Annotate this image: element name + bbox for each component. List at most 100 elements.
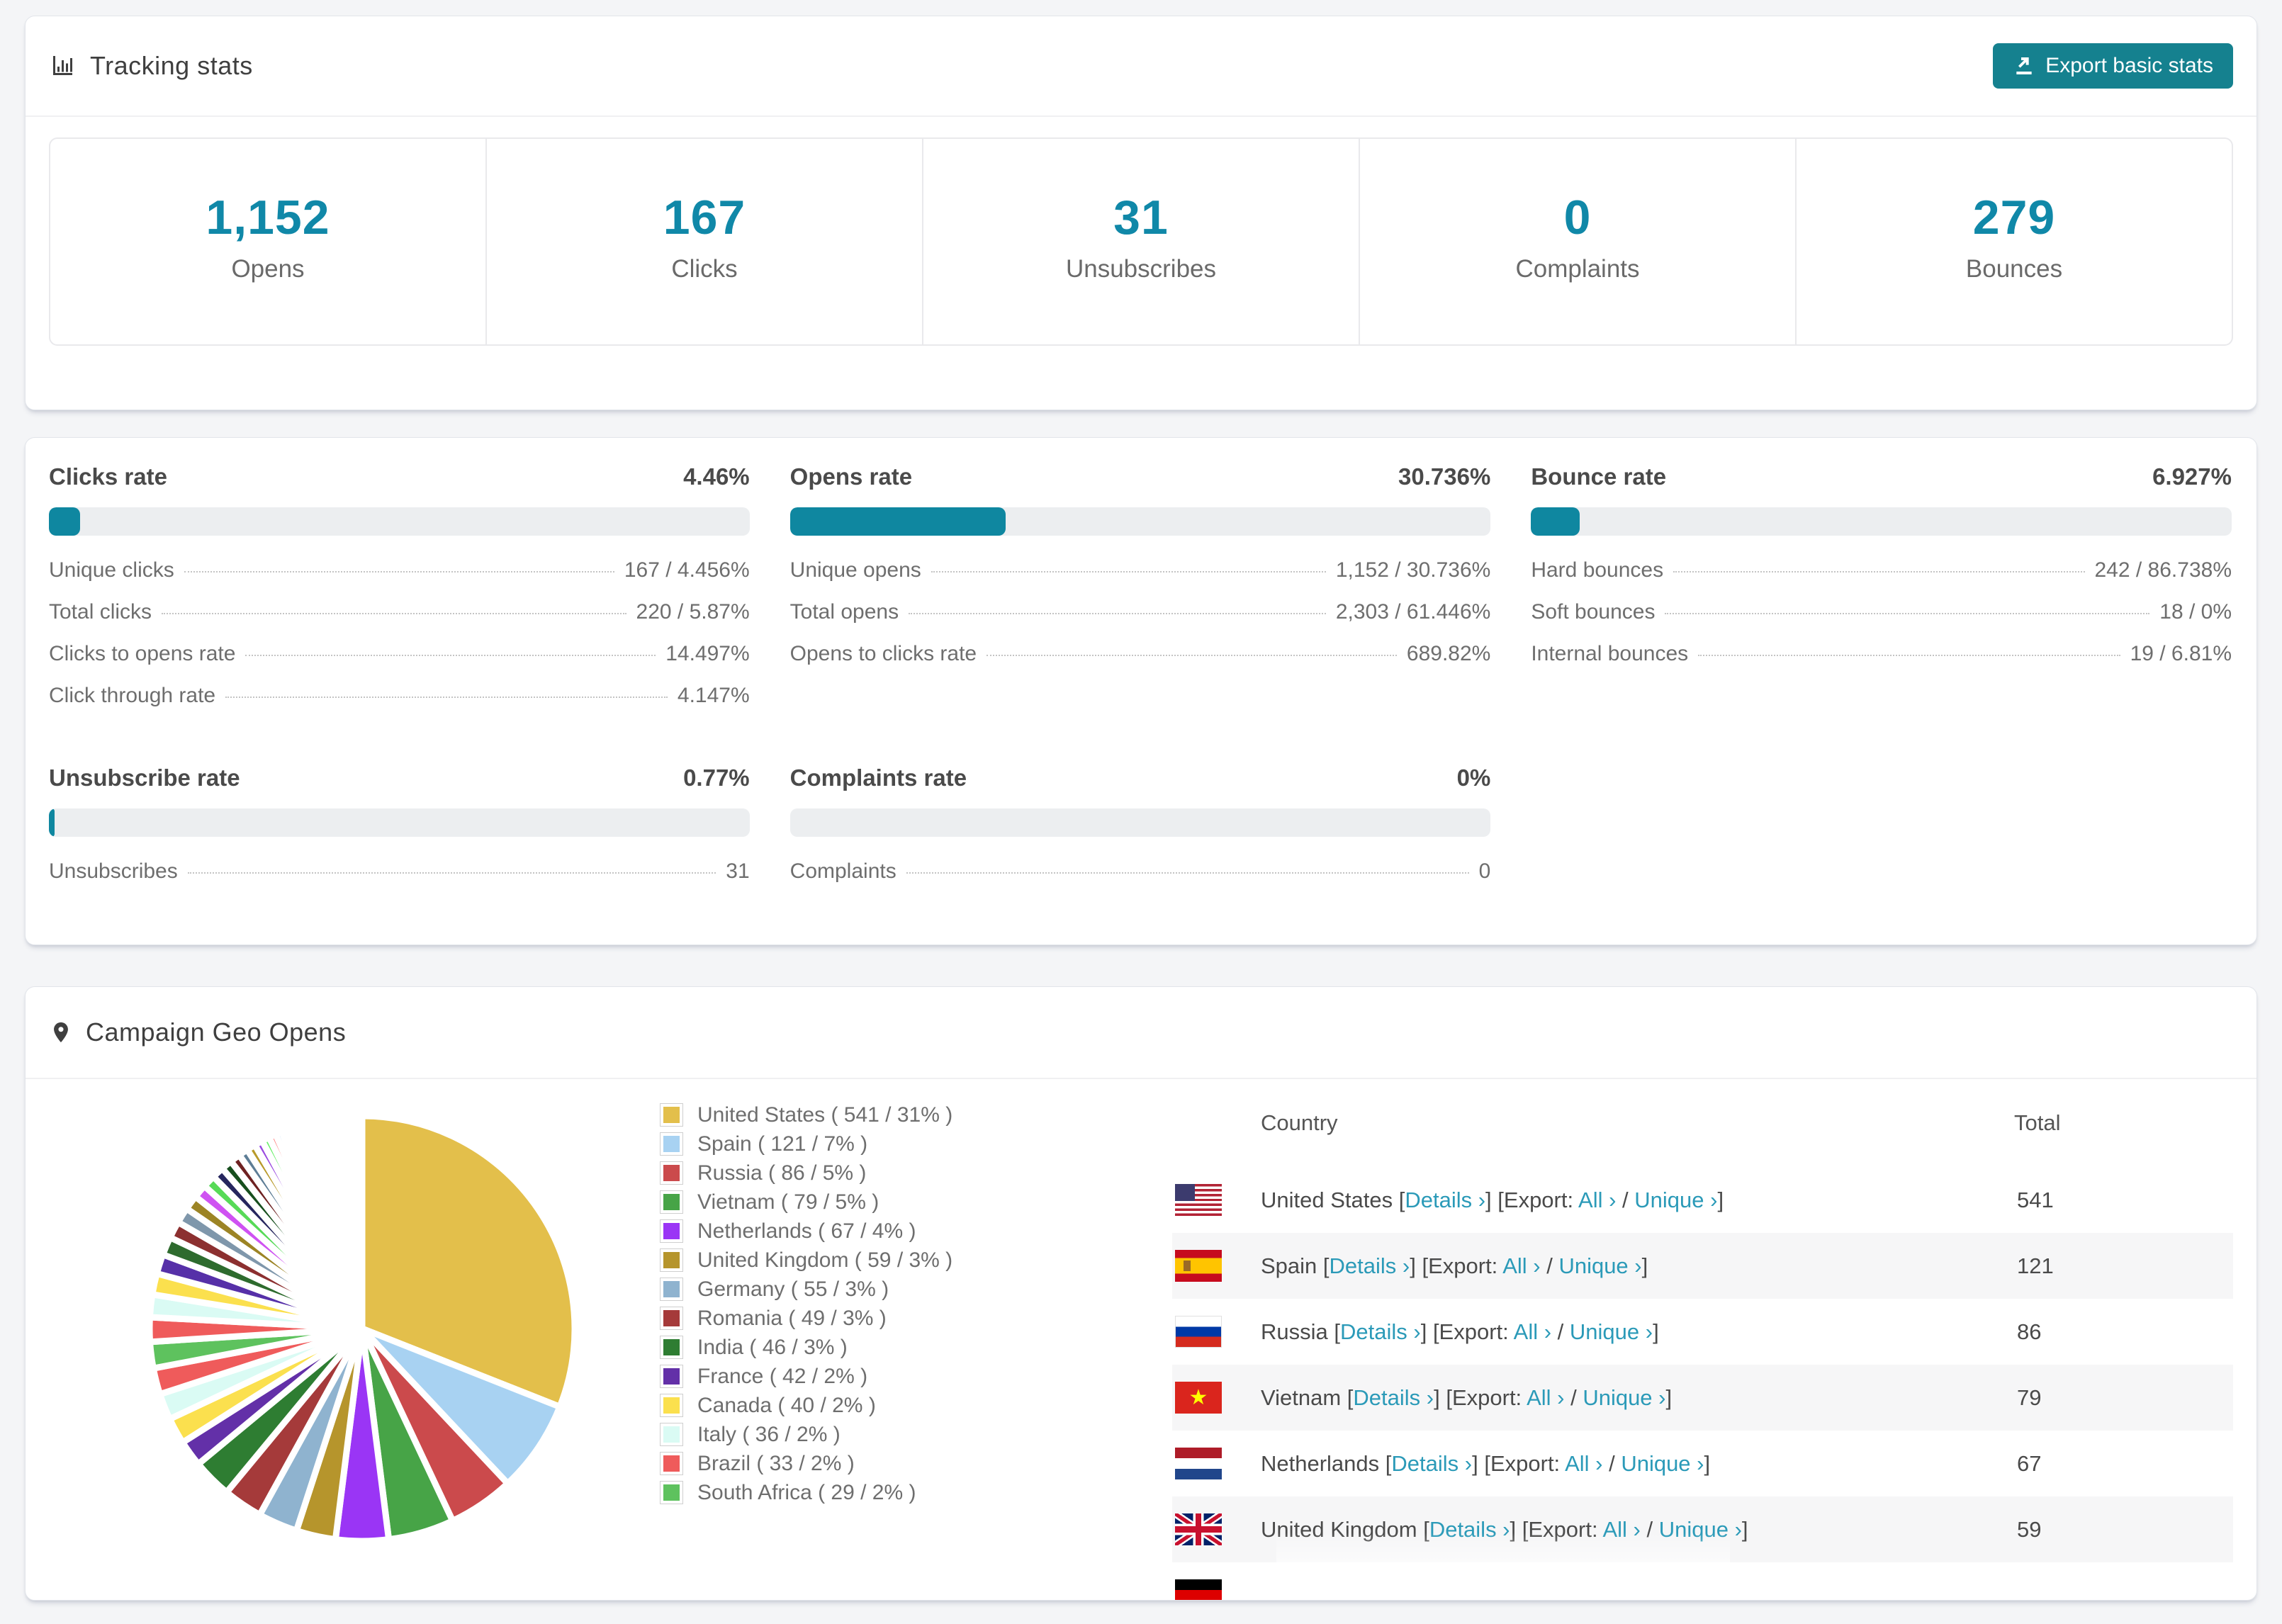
separator: /: [1564, 1385, 1583, 1410]
legend-swatch: [660, 1394, 683, 1417]
country-flag-vn: [1175, 1382, 1222, 1414]
export-all-link[interactable]: All ›: [1527, 1385, 1564, 1410]
stat-value: 167: [663, 191, 746, 244]
rate-row-value: 167 / 4.456%: [624, 558, 750, 582]
geo-header: Campaign Geo Opens: [26, 987, 2256, 1079]
details-link[interactable]: Details ›: [1330, 1253, 1410, 1278]
legend-item: Brazil ( 33 / 2% ): [660, 1449, 1057, 1478]
legend-item: Italy ( 36 / 2% ): [660, 1420, 1057, 1449]
legend-label: Russia ( 86 / 5% ): [697, 1161, 867, 1185]
rate-row-label: Total opens: [789, 600, 899, 624]
rate-title: Clicks rate: [49, 463, 167, 490]
table-row: Russia [Details ›] [Export: All › / Uniq…: [1172, 1299, 2233, 1365]
rate-block: Unsubscribe rate 0.77% Unsubscribes 31: [49, 765, 750, 901]
country-name: United States: [1261, 1187, 1399, 1212]
export-unique-link[interactable]: Unique ›: [1634, 1188, 1717, 1212]
legend-label: United Kingdom ( 59 / 3% ): [697, 1248, 953, 1272]
rate-progress-fill: [1531, 507, 1580, 536]
rate-row-label: Unique opens: [789, 558, 921, 582]
legend-label: France ( 42 / 2% ): [697, 1364, 868, 1388]
details-link[interactable]: Details ›: [1429, 1517, 1510, 1542]
rate-row-label: Internal bounces: [1531, 642, 1689, 665]
rate-row-value: 14.497%: [665, 642, 750, 665]
export-unique-link[interactable]: Unique ›: [1659, 1517, 1742, 1542]
geo-card: Campaign Geo Opens United States ( 541 /…: [25, 986, 2257, 1601]
stat-label: Complaints: [1515, 255, 1640, 283]
legend-swatch: [660, 1423, 683, 1446]
rate-row-value: 1,152 / 30.736%: [1335, 558, 1491, 582]
country-name: Netherlands: [1261, 1450, 1386, 1476]
rate-row-leader: [1698, 655, 2120, 656]
rate-row-leader: [245, 655, 656, 656]
rate-row-leader: [187, 872, 716, 874]
export-unique-link[interactable]: Unique ›: [1621, 1451, 1704, 1476]
export-all-link[interactable]: All ›: [1514, 1319, 1551, 1344]
legend-label: Romania ( 49 / 3% ): [697, 1306, 887, 1330]
export-all-link[interactable]: All ›: [1502, 1253, 1540, 1278]
rate-row-label: Clicks to opens rate: [49, 642, 236, 665]
export-unique-link[interactable]: Unique ›: [1583, 1385, 1665, 1410]
country-flag-es: [1175, 1250, 1222, 1282]
rate-title: Opens rate: [789, 463, 913, 490]
export-all-link[interactable]: All ›: [1602, 1517, 1640, 1542]
rate-row-value: 4.147%: [677, 684, 750, 707]
export-basic-stats-button[interactable]: Export basic stats: [1993, 43, 2233, 89]
column-header-total: Total: [2014, 1110, 2061, 1135]
stat-cell-complaints: 0 Complaints: [1359, 139, 1795, 344]
stat-value: 31: [1113, 191, 1169, 244]
legend-swatch: [660, 1307, 683, 1330]
total-value: 67: [2017, 1450, 2042, 1476]
details-link[interactable]: Details ›: [1391, 1451, 1472, 1476]
rate-row: Unsubscribes 31: [49, 859, 750, 884]
table-row: Vietnam [Details ›] [Export: All › / Uni…: [1172, 1365, 2233, 1431]
rate-title: Complaints rate: [789, 765, 967, 791]
total-value: 541: [2017, 1187, 2054, 1212]
rate-row: Hard bounces 242 / 86.738%: [1531, 558, 2232, 583]
export-unique-link[interactable]: Unique ›: [1570, 1319, 1653, 1344]
export-prefix: [Export:: [1432, 1319, 1514, 1344]
details-link[interactable]: Details ›: [1353, 1385, 1434, 1410]
legend-label: Italy ( 36 / 2% ): [697, 1422, 841, 1446]
legend-swatch: [660, 1190, 683, 1214]
rate-row: Complaints 0: [790, 859, 1491, 884]
rates-card: Clicks rate 4.46% Unique clicks 167 / 4.456…: [25, 437, 2257, 945]
table-row: [1172, 1562, 2233, 1600]
rate-block: Bounce rate 6.927% Hard bounces 242 / 86.73…: [1531, 463, 2232, 726]
rate-row-label: Soft bounces: [1531, 600, 1656, 624]
legend-item: Germany ( 55 / 3% ): [660, 1275, 1057, 1304]
stat-label: Unsubscribes: [1065, 255, 1217, 283]
legend-swatch: [660, 1161, 683, 1185]
export-all-link[interactable]: All ›: [1578, 1188, 1616, 1212]
geo-table: Country Total United States [Details ›] …: [1172, 1079, 2233, 1600]
export-unique-link[interactable]: Unique ›: [1558, 1253, 1641, 1278]
rate-row: Unique clicks 167 / 4.456%: [49, 558, 750, 583]
rate-row-value: 0: [1478, 859, 1491, 883]
legend-label: Netherlands ( 67 / 4% ): [697, 1219, 916, 1243]
legend-label: Spain ( 121 / 7% ): [697, 1132, 868, 1156]
legend-item: United States ( 541 / 31% ): [660, 1100, 1057, 1129]
rate-row: Total opens 2,303 / 61.446%: [790, 600, 1491, 625]
legend-label: Vietnam ( 79 / 5% ): [697, 1190, 879, 1214]
details-link[interactable]: Details ›: [1340, 1319, 1421, 1344]
country-name: Vietnam: [1261, 1385, 1347, 1410]
legend-swatch: [660, 1481, 683, 1504]
bracket: ]: [1434, 1385, 1446, 1410]
rate-progress-fill: [49, 808, 55, 837]
export-button-label: Export basic stats: [2045, 54, 2213, 77]
legend-item: Canada ( 40 / 2% ): [660, 1391, 1057, 1420]
total-value: 121: [2017, 1253, 2054, 1278]
details-link[interactable]: Details ›: [1405, 1188, 1485, 1212]
rate-row-leader: [184, 571, 614, 573]
rate-row-leader: [987, 655, 1397, 656]
separator: /: [1616, 1187, 1635, 1212]
separator: /: [1602, 1450, 1621, 1476]
stat-value: 0: [1563, 191, 1592, 244]
rate-block: Complaints rate 0% Complaints 0: [789, 765, 1491, 901]
export-all-link[interactable]: All ›: [1565, 1451, 1602, 1476]
legend-label: Brazil ( 33 / 2% ): [697, 1451, 855, 1475]
rate-progress: [49, 808, 750, 837]
bracket: ]: [1472, 1450, 1485, 1476]
rate-row-leader: [931, 571, 1326, 573]
page: Tracking stats Export basic stats 1,152 O…: [0, 0, 2282, 1624]
country-flag-ru: [1175, 1316, 1222, 1348]
